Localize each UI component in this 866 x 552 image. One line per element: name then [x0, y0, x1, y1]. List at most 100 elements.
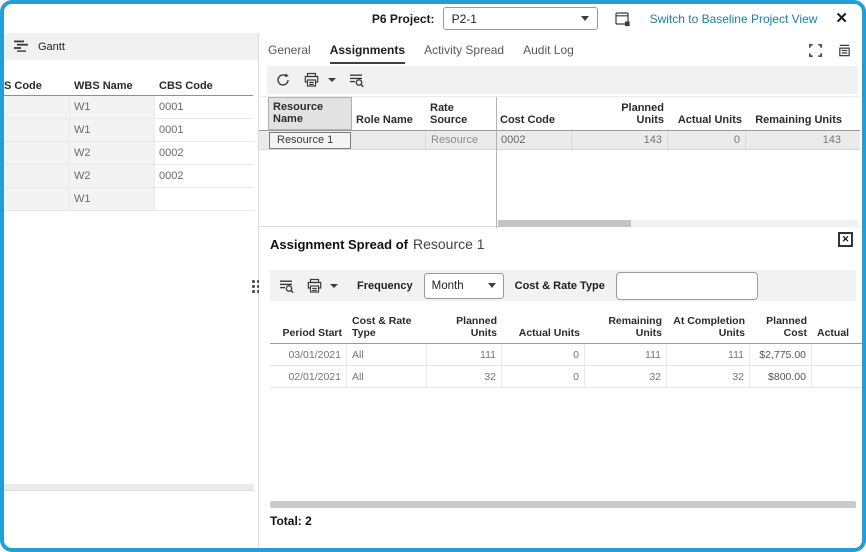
table-cell: 32 — [667, 366, 750, 387]
wbs-table-row[interactable]: W2 0002 — [4, 165, 253, 188]
horizontal-scrollbar[interactable] — [270, 501, 856, 508]
column-header-remaining-units[interactable]: Remaining Units — [585, 310, 667, 343]
table-cell: 0 — [668, 131, 746, 149]
close-icon[interactable]: ✕ — [835, 11, 848, 26]
column-header-s-code[interactable]: S Code — [4, 80, 70, 95]
table-cell: $2,775.00 — [750, 344, 812, 365]
spread-title-resource: Resource 1 — [412, 236, 485, 252]
tab-general[interactable]: General — [268, 43, 311, 64]
table-cell — [4, 119, 70, 141]
filter-search-icon[interactable] — [278, 278, 295, 294]
print-options-caret-icon[interactable] — [330, 283, 338, 288]
detach-icon[interactable] — [837, 43, 852, 58]
table-cell: 0002 — [496, 131, 572, 149]
cost-rate-type-label: Cost & Rate Type — [514, 279, 605, 292]
wbs-table-row[interactable]: W1 0001 — [4, 119, 253, 142]
spread-title-prefix: Assignment Spread of — [270, 237, 408, 252]
table-cell — [4, 96, 70, 118]
column-header-rate-source[interactable]: Rate Source — [426, 97, 496, 130]
project-select-value: P2-1 — [451, 11, 477, 26]
table-cell: 111 — [585, 344, 667, 365]
spread-title: Assignment Spread of Resource 1 — [270, 236, 485, 252]
table-cell: 0001 — [159, 124, 184, 136]
tab-audit-log[interactable]: Audit Log — [523, 43, 574, 64]
frequency-select[interactable]: Month — [423, 272, 504, 299]
wbs-table: S Code WBS Name CBS Code W1 0001 W1 0001… — [4, 75, 253, 211]
cost-rate-type-input[interactable] — [615, 271, 758, 300]
tab-assignments[interactable]: Assignments — [329, 43, 406, 64]
table-cell: 02/01/2021 — [270, 366, 347, 387]
table-cell: W1 — [70, 188, 155, 210]
table-cell: All — [347, 344, 427, 365]
frequency-select-value: Month — [431, 279, 464, 292]
column-header-cost-code[interactable]: Cost Code — [496, 97, 572, 130]
project-select[interactable]: P2-1 — [442, 7, 598, 30]
frozen-pane-divider — [496, 97, 497, 228]
p6-project-label: P6 Project: — [371, 11, 435, 26]
print-icon[interactable] — [303, 72, 320, 88]
column-header-planned-cost[interactable]: Planned Cost — [750, 310, 812, 343]
column-header-cost-rate-type[interactable]: Cost & Rate Type — [347, 310, 427, 343]
table-cell — [352, 131, 426, 149]
horizontal-scrollbar[interactable] — [4, 484, 254, 491]
switch-baseline-link[interactable]: Switch to Baseline Project View — [650, 12, 818, 26]
table-cell: Resource — [431, 134, 479, 146]
spread-row[interactable]: 02/01/2021 All 32 0 32 32 $800.00 — [270, 366, 862, 388]
column-header-remaining-units[interactable]: Remaining Units — [746, 97, 846, 130]
spread-table: Period Start Cost & Rate Type Planned Un… — [270, 310, 862, 388]
project-details-icon[interactable] — [614, 11, 632, 27]
tab-activity-spread[interactable]: Activity Spread — [424, 43, 504, 64]
p6-project-dialog: P6 Project: P2-1 Switch to Baseline Proj… — [0, 0, 866, 552]
resource-grid-header: Resource Name Role Name Rate Source Cost… — [259, 97, 860, 131]
column-header-period-start[interactable]: Period Start — [270, 310, 347, 343]
spread-row[interactable]: 03/01/2021 All 111 0 111 111 $2,775.00 — [270, 344, 862, 366]
scrollbar-thumb[interactable] — [498, 220, 631, 227]
table-cell: 0001 — [159, 101, 184, 113]
column-header-role-name[interactable]: Role Name — [352, 97, 426, 130]
table-cell: 03/01/2021 — [270, 344, 347, 365]
gantt-panel-header: Gantt — [4, 33, 258, 60]
table-cell: All — [347, 366, 427, 387]
expand-icon[interactable] — [808, 43, 823, 58]
table-cell: 0002 — [159, 170, 184, 182]
horizontal-scrollbar[interactable] — [498, 220, 858, 227]
print-options-caret-icon[interactable] — [328, 78, 336, 82]
column-header-actual-units[interactable]: Actual Units — [502, 310, 585, 343]
table-cell: W2 — [70, 142, 155, 164]
resource-assignments-grid: Resource Name Role Name Rate Source Cost… — [259, 96, 860, 228]
top-bar: P6 Project: P2-1 Switch to Baseline Proj… — [4, 4, 862, 33]
wbs-table-row[interactable]: W1 0001 — [4, 96, 253, 119]
column-header-planned-units[interactable]: Planned Units — [427, 310, 502, 343]
resource-row[interactable]: Resource 1 Resource 0002 143 0 143 — [259, 131, 860, 150]
filter-search-icon[interactable] — [348, 72, 365, 88]
column-header-actual-units[interactable]: Actual Units — [668, 97, 746, 130]
chevron-down-icon — [487, 283, 496, 288]
table-cell: 111 — [667, 344, 750, 365]
table-cell: 143 — [572, 131, 668, 149]
table-cell: W1 — [70, 119, 155, 141]
print-icon[interactable] — [306, 278, 323, 294]
spread-table-header: Period Start Cost & Rate Type Planned Un… — [270, 310, 862, 344]
table-cell: 111 — [427, 344, 502, 365]
column-header-cbs-code[interactable]: CBS Code — [155, 80, 253, 95]
table-cell — [4, 165, 70, 187]
column-header-resource-name[interactable]: Resource Name — [268, 97, 352, 130]
column-header-actual-cost[interactable]: Actual — [812, 310, 862, 343]
refresh-icon[interactable] — [275, 72, 291, 88]
spread-close-icon[interactable]: ✕ — [838, 232, 853, 247]
column-header-at-completion-units[interactable]: At Completion Units — [667, 310, 750, 343]
gantt-icon[interactable] — [14, 40, 29, 53]
column-header-wbs-name[interactable]: WBS Name — [70, 80, 155, 95]
assignments-toolbar — [267, 66, 858, 94]
details-panel: General Assignments Activity Spread Audi… — [259, 33, 862, 548]
gantt-panel: Gantt S Code WBS Name CBS Code W1 0001 W… — [4, 33, 258, 548]
wbs-table-header: S Code WBS Name CBS Code — [4, 75, 253, 96]
table-cell — [155, 188, 253, 210]
wbs-table-row[interactable]: W1 — [4, 188, 253, 211]
resource-name-cell[interactable]: Resource 1 — [269, 131, 351, 149]
frequency-label: Frequency — [357, 279, 413, 292]
column-header-planned-units[interactable]: Planned Units — [572, 97, 668, 130]
table-cell: 32 — [427, 366, 502, 387]
wbs-table-row[interactable]: W2 0002 — [4, 142, 253, 165]
table-cell: $800.00 — [750, 366, 812, 387]
